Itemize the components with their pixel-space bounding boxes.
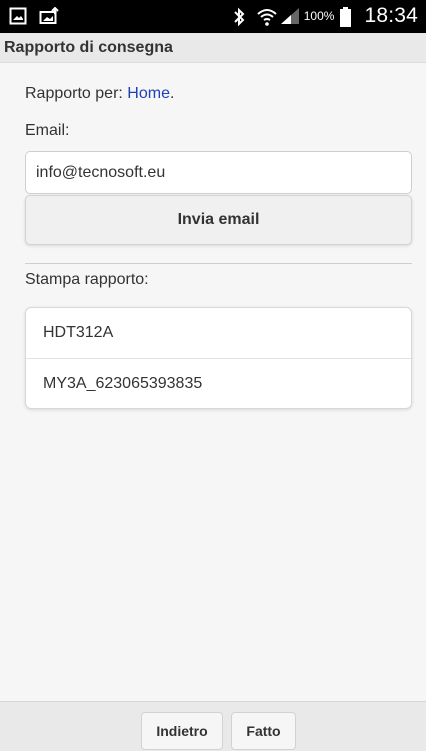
report-target: Rapporto per: Home. — [25, 85, 174, 103]
report-label: Rapporto per: — [25, 85, 128, 102]
done-button[interactable]: Fatto — [231, 712, 296, 750]
status-bar: 100% 18:34 — [0, 0, 426, 33]
back-button[interactable]: Indietro — [141, 712, 223, 750]
print-report-list: HDT312A MY3A_623065393835 — [25, 307, 412, 409]
email-label: Email: — [25, 122, 70, 139]
send-email-button[interactable]: Invia email — [25, 195, 412, 245]
wifi-icon — [256, 7, 277, 26]
bluetooth-icon — [232, 7, 250, 27]
print-list-item[interactable]: MY3A_623065393835 — [26, 358, 411, 408]
page-title: Rapporto di consegna — [4, 39, 173, 56]
print-report-label: Stampa rapporto: — [25, 271, 149, 288]
signal-icon — [280, 7, 299, 25]
battery-percentage: 100% — [303, 9, 335, 23]
clock: 18:34 — [364, 4, 418, 27]
report-home-link[interactable]: Home — [127, 85, 170, 102]
divider — [25, 263, 412, 264]
photo-upload-icon — [39, 6, 59, 25]
email-input[interactable] — [25, 151, 412, 194]
gallery-icon — [9, 7, 27, 25]
page-header: Rapporto di consegna — [0, 33, 426, 63]
footer-toolbar: Indietro Fatto — [0, 701, 426, 751]
battery-icon — [340, 7, 358, 27]
report-suffix: . — [169, 85, 175, 102]
print-list-item[interactable]: HDT312A — [26, 308, 411, 358]
